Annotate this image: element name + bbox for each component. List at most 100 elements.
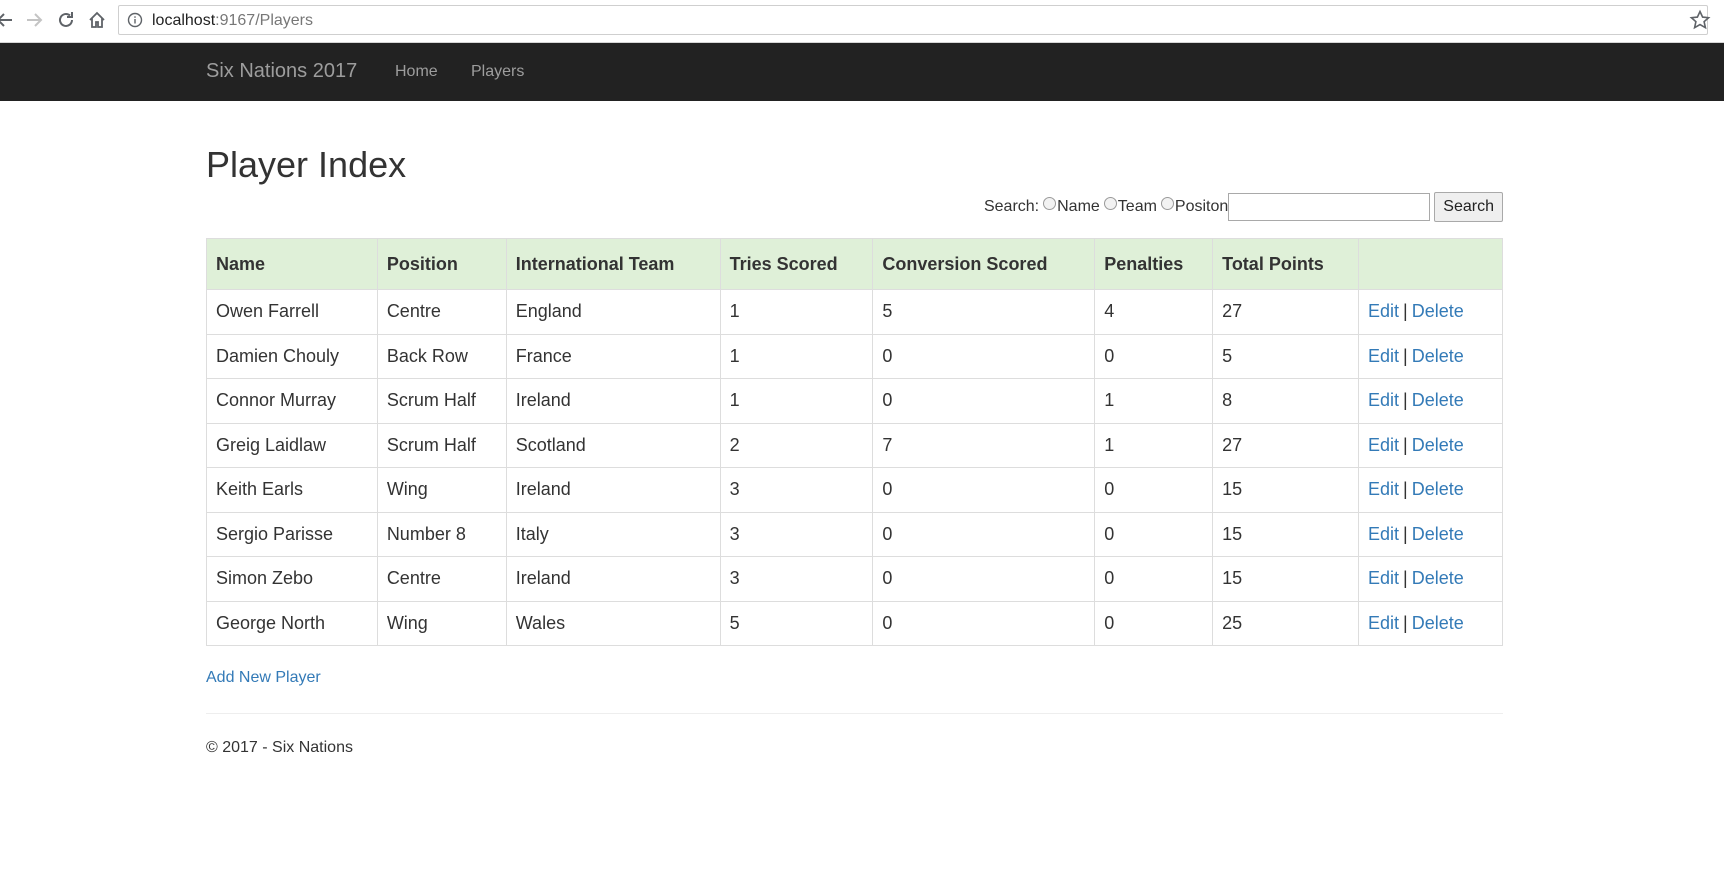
edit-link[interactable]: Edit <box>1368 346 1399 366</box>
edit-link[interactable]: Edit <box>1368 524 1399 544</box>
row-actions: Edit | Delete <box>1358 422 1503 468</box>
row-actions: Edit | Delete <box>1358 289 1503 335</box>
table-cell: 0 <box>1094 333 1214 379</box>
forward-arrow-icon[interactable] <box>23 9 45 31</box>
table-cell: France <box>505 333 721 379</box>
table-cell: 5 <box>719 600 874 646</box>
delete-link[interactable]: Delete <box>1412 435 1464 455</box>
table-cell: Greig Laidlaw <box>206 422 378 468</box>
table-cell: 0 <box>1094 556 1214 602</box>
table-cell: 0 <box>1094 467 1214 513</box>
delete-link[interactable]: Delete <box>1412 613 1464 633</box>
nav-link-home[interactable]: Home <box>395 63 438 81</box>
delete-link[interactable]: Delete <box>1412 301 1464 321</box>
edit-link[interactable]: Edit <box>1368 435 1399 455</box>
delete-link[interactable]: Delete <box>1412 346 1464 366</box>
table-cell: 0 <box>1094 600 1214 646</box>
table-cell: England <box>505 289 721 335</box>
table-row: Sergio Parisse Number 8 Italy 3 0 0 15 Edit | Del… <box>206 511 1503 557</box>
table-row: Greig Laidlaw Scrum Half Scotland 2 7 1 27 Edit… <box>206 422 1503 468</box>
table-cell: 5 <box>872 289 1096 335</box>
delete-link[interactable]: Delete <box>1412 568 1464 588</box>
table-cell: Damien Chouly <box>206 333 378 379</box>
column-header: International Team <box>505 238 721 290</box>
action-separator: | <box>1403 523 1408 544</box>
table-cell: Wing <box>376 467 507 513</box>
address-bar[interactable]: localhost:9167/Players <box>118 5 1711 35</box>
table-cell: 1 <box>719 289 874 335</box>
edit-link[interactable]: Edit <box>1368 301 1399 321</box>
radio-position-label: Positon <box>1174 198 1229 215</box>
table-cell: 27 <box>1212 289 1360 335</box>
brand-link[interactable]: Six Nations 2017 <box>206 60 357 83</box>
table-cell: 8 <box>1212 378 1360 424</box>
table-row: Connor Murray Scrum Half Ireland 1 0 1 8 Edit | D… <box>206 378 1503 424</box>
table-row: Simon Zebo Centre Ireland 3 0 0 15 Edit | Delete <box>206 556 1503 602</box>
table-cell: Italy <box>505 511 721 557</box>
radio-name[interactable] <box>1043 196 1057 210</box>
action-separator: | <box>1403 301 1408 322</box>
table-cell: 0 <box>872 556 1096 602</box>
table-cell: Connor Murray <box>206 378 378 424</box>
column-header: Penalties <box>1094 238 1214 290</box>
table-cell: 3 <box>719 556 874 602</box>
table-cell: 15 <box>1212 511 1360 557</box>
table-cell: Ireland <box>505 378 721 424</box>
radio-team-label: Team <box>1117 198 1157 215</box>
table-cell: Sergio Parisse <box>206 511 378 557</box>
delete-link[interactable]: Delete <box>1412 479 1464 499</box>
row-actions: Edit | Delete <box>1358 600 1503 646</box>
radio-team[interactable] <box>1103 196 1117 210</box>
back-arrow-icon[interactable] <box>0 9 16 31</box>
home-icon[interactable] <box>86 9 108 31</box>
table-cell: 1 <box>1094 378 1214 424</box>
column-header <box>1358 238 1503 290</box>
row-actions: Edit | Delete <box>1358 378 1503 424</box>
table-cell: Back Row <box>376 333 507 379</box>
browser-toolbar: localhost:9167/Players <box>0 0 1724 43</box>
table-cell: George North <box>206 600 378 646</box>
search-input[interactable] <box>1228 193 1431 221</box>
action-separator: | <box>1403 612 1408 633</box>
search-button[interactable]: Search <box>1434 192 1503 222</box>
footer-divider <box>206 713 1503 714</box>
table-row: Damien Chouly Back Row France 1 0 0 5 Edit | Dele… <box>206 333 1503 379</box>
action-separator: | <box>1403 434 1408 455</box>
table-cell: 2 <box>719 422 874 468</box>
row-actions: Edit | Delete <box>1358 467 1503 513</box>
table-cell: Wales <box>505 600 721 646</box>
radio-position[interactable] <box>1160 196 1174 210</box>
edit-link[interactable]: Edit <box>1368 613 1399 633</box>
edit-link[interactable]: Edit <box>1368 390 1399 410</box>
column-header: Tries Scored <box>719 238 874 290</box>
table-cell: Scotland <box>505 422 721 468</box>
table-cell: 1 <box>719 333 874 379</box>
table-cell: 1 <box>1094 422 1214 468</box>
table-cell: 1 <box>719 378 874 424</box>
footer-text: © 2017 - Six Nations <box>206 739 353 756</box>
column-header: Name <box>206 238 378 290</box>
table-cell: 15 <box>1212 556 1360 602</box>
table-cell: 15 <box>1212 467 1360 513</box>
reload-icon[interactable] <box>55 9 77 31</box>
table-cell: 0 <box>1094 511 1214 557</box>
table-row: Keith Earls Wing Ireland 3 0 0 15 Edit | Delete <box>206 467 1503 513</box>
table-cell: Number 8 <box>376 511 507 557</box>
column-header: Total Points <box>1212 238 1360 290</box>
edit-link[interactable]: Edit <box>1368 568 1399 588</box>
table-cell: 3 <box>719 467 874 513</box>
table-cell: 7 <box>872 422 1096 468</box>
delete-link[interactable]: Delete <box>1412 524 1464 544</box>
nav-link-players[interactable]: Players <box>471 63 524 81</box>
table-cell: Centre <box>376 556 507 602</box>
info-icon[interactable] <box>127 12 143 28</box>
action-separator: | <box>1403 390 1408 411</box>
table-row: George North Wing Wales 5 0 0 25 Edit | Delete <box>206 600 1503 646</box>
edit-link[interactable]: Edit <box>1368 479 1399 499</box>
delete-link[interactable]: Delete <box>1412 390 1464 410</box>
add-new-player-link[interactable]: Add New Player <box>206 669 321 687</box>
bookmark-star-icon[interactable] <box>1689 9 1711 31</box>
table-cell: Ireland <box>505 556 721 602</box>
url-text: localhost:9167/Players <box>152 12 313 29</box>
table-cell: 4 <box>1094 289 1214 335</box>
